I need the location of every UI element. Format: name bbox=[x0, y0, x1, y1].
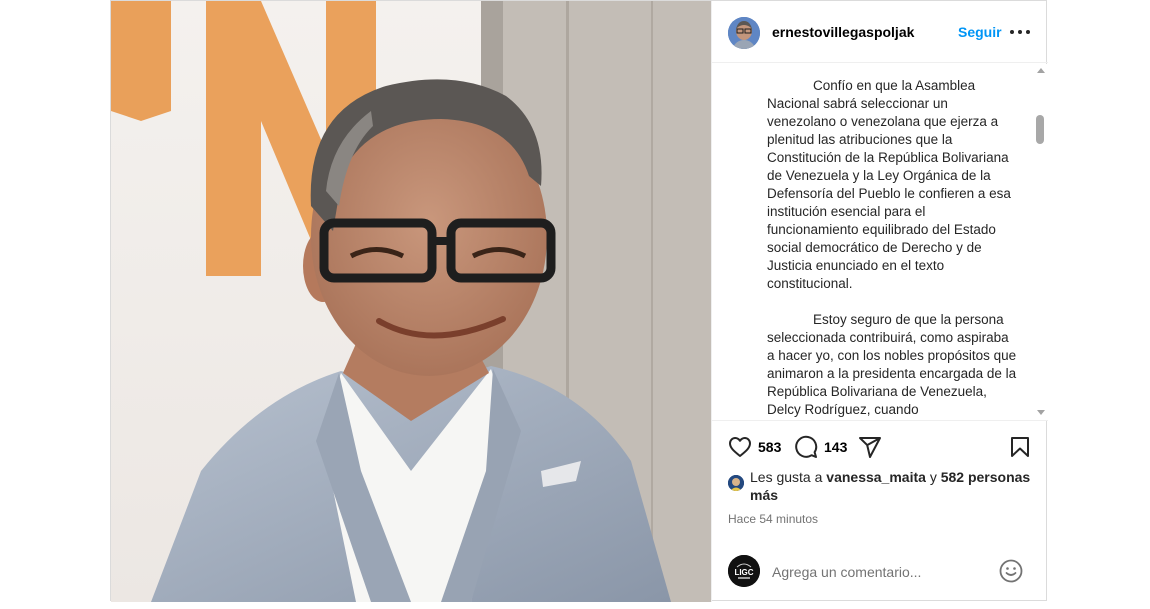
caption-scrollbar[interactable] bbox=[1033, 64, 1048, 420]
photo-illustration bbox=[111, 1, 711, 602]
scroll-up-arrow-icon[interactable] bbox=[1037, 68, 1045, 73]
post-photo[interactable] bbox=[111, 1, 711, 602]
more-options-icon[interactable] bbox=[1010, 23, 1030, 41]
share-action bbox=[858, 433, 882, 461]
post-details-panel: ernestovillegaspoljak Seguir Confío en q… bbox=[711, 1, 1048, 602]
post-actions-bar: 583 143 bbox=[712, 433, 1048, 463]
instagram-post: ernestovillegaspoljak Seguir Confío en q… bbox=[110, 0, 1048, 602]
author-avatar[interactable] bbox=[728, 17, 760, 49]
author-username[interactable]: ernestovillegaspoljak bbox=[772, 24, 914, 40]
caption-paragraph: Estoy seguro de que la persona seleccion… bbox=[767, 312, 1017, 417]
scroll-down-arrow-icon[interactable] bbox=[1037, 410, 1045, 415]
comment-input[interactable] bbox=[772, 562, 992, 582]
likes-prefix: Les gusta a bbox=[750, 469, 823, 485]
likes-count[interactable]: 583 bbox=[758, 439, 781, 455]
like-action: 583 bbox=[728, 433, 781, 461]
heart-icon[interactable] bbox=[728, 435, 752, 459]
post-caption: Confío en que la Asamblea Nacional sabrá… bbox=[767, 77, 1017, 419]
bookmark-icon[interactable] bbox=[1008, 435, 1032, 459]
post-timestamp[interactable]: Hace 54 minutos bbox=[728, 512, 818, 526]
comments-count[interactable]: 143 bbox=[824, 439, 847, 455]
post-header: ernestovillegaspoljak Seguir bbox=[712, 1, 1048, 63]
comment-bubble-icon[interactable] bbox=[794, 435, 818, 459]
liked-by-username[interactable]: vanessa_maita bbox=[826, 469, 926, 485]
save-action bbox=[1008, 433, 1032, 461]
comment-action: 143 bbox=[794, 433, 847, 461]
add-comment-bar: LIGC bbox=[712, 549, 1048, 595]
send-icon[interactable] bbox=[858, 435, 882, 459]
follow-button[interactable]: Seguir bbox=[958, 24, 1002, 40]
commenter-avatar-text: LIGC bbox=[734, 568, 753, 577]
scrollbar-thumb[interactable] bbox=[1036, 115, 1044, 144]
emoji-icon[interactable] bbox=[998, 558, 1024, 584]
caption-scroll-area[interactable]: Confío en que la Asamblea Nacional sabrá… bbox=[712, 64, 1048, 421]
liked-by-summary: Les gusta a vanessa_maita y 582 personas… bbox=[728, 468, 1034, 504]
caption-paragraph: Confío en que la Asamblea Nacional sabrá… bbox=[767, 78, 1011, 291]
likes-joiner: y bbox=[929, 469, 937, 485]
liker-avatar[interactable] bbox=[728, 475, 744, 491]
commenter-avatar[interactable]: LIGC bbox=[728, 555, 760, 587]
